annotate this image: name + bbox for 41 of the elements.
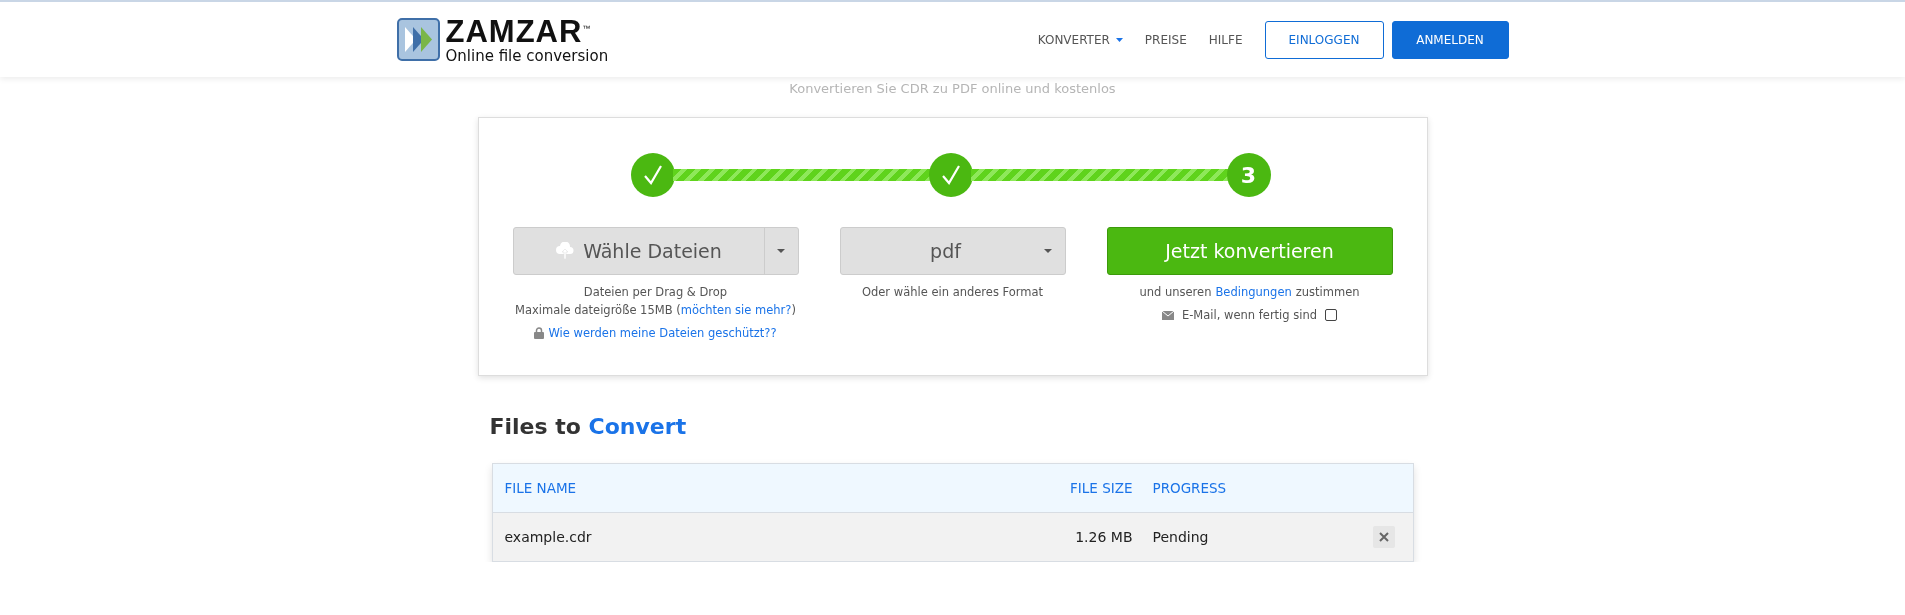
- nav-link[interactable]: PREISE: [1144, 32, 1187, 47]
- cloud-upload-icon: [555, 242, 576, 260]
- section-heading: Files to Convert: [489, 414, 688, 439]
- mail-icon: [1161, 310, 1174, 320]
- email-label: E-Mail, wenn fertig sind: [1181, 307, 1318, 324]
- max-size-text-end: ): [791, 302, 796, 319]
- format-hint: Oder wähle ein anderes Format: [861, 284, 1044, 301]
- lock-icon: [534, 327, 545, 339]
- max-size-text: Maximale dateigröße 15MB (: [515, 302, 681, 319]
- page-subtitle: Konvertieren Sie CDR zu PDF online und kostenlos: [788, 81, 1117, 96]
- logo-tagline: Online file conversion: [445, 48, 609, 64]
- more-size-link[interactable]: möchten sie mehr?: [680, 301, 792, 319]
- table-cell-text: 1.26 MB: [1074, 529, 1133, 545]
- terms-text: und unseren: [1139, 284, 1212, 301]
- caret-icon: [777, 249, 785, 253]
- email-checkbox[interactable]: [1325, 309, 1338, 321]
- choose-files-control[interactable]: Wähle Dateien: [512, 227, 799, 275]
- column-header: FILE NAME: [504, 480, 578, 496]
- logo-wordmark: ZAMZAR$^{™}$: [445, 15, 593, 47]
- signup-button[interactable]: ANMELDEN: [1391, 20, 1509, 59]
- caret-icon: [1115, 37, 1123, 42]
- column-header: PROGRESS: [1151, 480, 1228, 496]
- checkmark-icon: [642, 164, 663, 186]
- column-header: FILE SIZE: [1069, 480, 1133, 496]
- logo-icon: [396, 18, 440, 61]
- security-link[interactable]: Wie werden meine Dateien geschützt??: [548, 324, 777, 342]
- close-icon: [1378, 532, 1389, 542]
- remove-button[interactable]: [1372, 526, 1395, 548]
- terms-link[interactable]: Bedingungen: [1215, 283, 1292, 301]
- nav-link[interactable]: HILFE: [1208, 32, 1243, 47]
- drag-drop-hint: Dateien per Drag & Drop: [583, 284, 728, 301]
- format-select[interactable]: pdf: [839, 227, 1066, 275]
- step-number: 3: [1226, 153, 1271, 197]
- terms-text: zustimmen: [1295, 284, 1360, 301]
- choose-files-button[interactable]: Wähle Dateien: [513, 228, 764, 274]
- table-cell-text: Pending: [1151, 529, 1210, 545]
- table-cell-text: example.cdr: [504, 529, 593, 545]
- caret-icon: [1043, 249, 1052, 253]
- checkmark-icon: [940, 164, 961, 186]
- login-button[interactable]: EINLOGGEN: [1264, 20, 1384, 59]
- nav-link[interactable]: KONVERTER: [1037, 32, 1123, 47]
